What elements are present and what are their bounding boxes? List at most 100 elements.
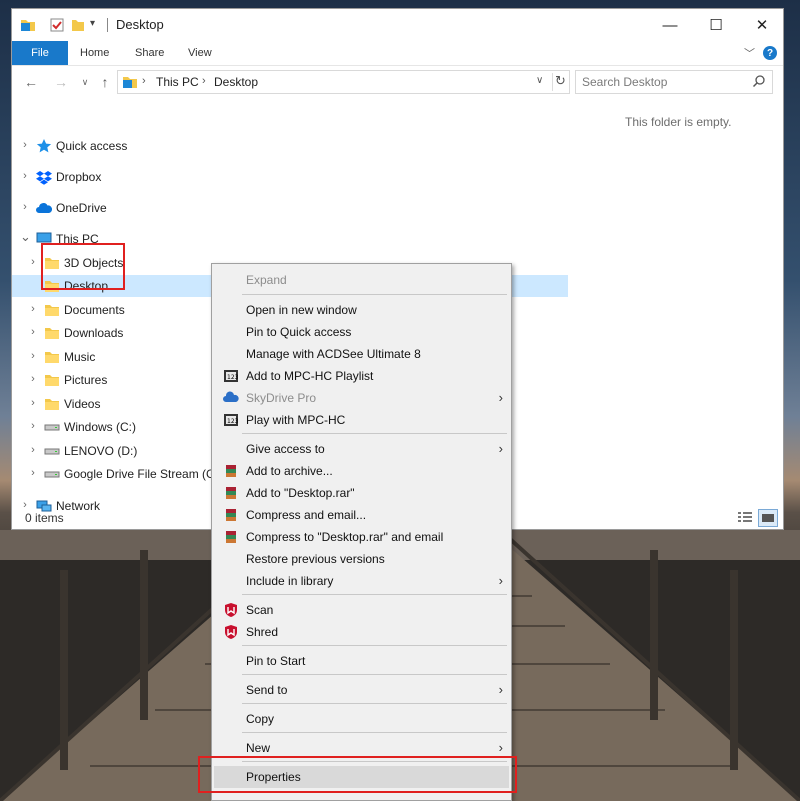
winrar-icon (223, 529, 239, 545)
menu-item-pin-quick-access[interactable]: Pin to Quick access (214, 321, 509, 343)
nav-item-quick-access[interactable]: › Quick access (12, 135, 568, 157)
content-pane[interactable]: This folder is empty. (568, 97, 784, 507)
submenu-arrow-icon: › (498, 441, 503, 456)
expand-chevron-icon[interactable]: › (28, 303, 38, 315)
expand-chevron-icon[interactable]: › (28, 397, 38, 409)
up-arrow-icon[interactable]: ↑ (96, 74, 114, 90)
tab-home[interactable]: Home (70, 41, 119, 65)
tab-file[interactable]: File (12, 41, 68, 65)
skydrive-cloud-icon (223, 390, 239, 406)
maximize-button[interactable]: ☐ (693, 9, 739, 41)
menu-item-open-new-window[interactable]: Open in new window (214, 299, 509, 321)
recent-locations-icon[interactable]: ∨ (76, 77, 94, 88)
expand-chevron-icon[interactable]: ⌄ (20, 229, 31, 245)
folder-icon (44, 349, 60, 365)
folder-icon (44, 325, 60, 341)
details-view-icon[interactable] (736, 509, 756, 527)
search-input[interactable] (576, 71, 746, 93)
address-dropdown-icon[interactable]: ∨ (536, 75, 543, 86)
tab-share[interactable]: Share (125, 41, 174, 65)
menu-item-include-library[interactable]: Include in library › (214, 570, 509, 592)
mpc-hc-icon: 123 (223, 412, 239, 428)
forward-arrow-icon[interactable]: → (52, 74, 70, 90)
computer-icon (36, 231, 52, 247)
menu-item-give-access[interactable]: Give access to › (214, 438, 509, 460)
menu-item-expand[interactable]: Expand (214, 269, 509, 291)
tab-view[interactable]: View (178, 41, 222, 65)
nav-item-onedrive[interactable]: › OneDrive (12, 197, 568, 219)
menu-item-pin-start[interactable]: Pin to Start (214, 650, 509, 672)
dropbox-icon (36, 169, 52, 185)
menu-separator (242, 645, 507, 646)
menu-item-new[interactable]: New › (214, 737, 509, 759)
menu-item-copy[interactable]: Copy (214, 708, 509, 730)
expand-ribbon-icon[interactable]: ﹀ (744, 45, 755, 61)
help-icon[interactable]: ? (763, 46, 777, 60)
expand-chevron-icon[interactable]: › (28, 326, 38, 338)
menu-item-restore-versions[interactable]: Restore previous versions (214, 548, 509, 570)
address-divider (552, 73, 553, 91)
nav-item-label: Google Drive File Stream (G:) (64, 467, 223, 481)
menu-separator (242, 433, 507, 434)
svg-text:123: 123 (227, 418, 239, 425)
expand-chevron-icon[interactable]: › (20, 139, 30, 151)
expand-chevron-icon[interactable]: › (28, 467, 38, 479)
expand-chevron-icon[interactable]: › (28, 420, 38, 432)
folder-icon (44, 372, 60, 388)
menu-item-scan[interactable]: Scan (214, 599, 509, 621)
nav-item-label: LENOVO (D:) (64, 444, 138, 458)
nav-item-this-pc[interactable]: ⌄ This PC (12, 228, 568, 250)
breadcrumb-chevron-icon[interactable]: › (202, 75, 206, 87)
menu-item-compress-email[interactable]: Compress and email... (214, 504, 509, 526)
menu-item-properties[interactable]: Properties (214, 766, 509, 788)
expand-chevron-icon[interactable]: › (20, 170, 30, 182)
nav-item-label: Documents (64, 303, 125, 317)
submenu-arrow-icon: › (498, 682, 503, 697)
menu-separator (242, 732, 507, 733)
menu-item-add-mpc-playlist[interactable]: 123 Add to MPC-HC Playlist (214, 365, 509, 387)
nav-item-label: Windows (C:) (64, 420, 137, 434)
submenu-arrow-icon: › (498, 573, 503, 588)
expand-chevron-icon[interactable]: › (28, 373, 38, 385)
menu-separator (242, 594, 507, 595)
expand-chevron-icon[interactable]: › (28, 350, 38, 362)
breadcrumb-desktop[interactable]: Desktop (214, 75, 258, 89)
star-icon (36, 138, 52, 154)
customize-qat-icon[interactable]: ▾ (90, 18, 95, 34)
back-arrow-icon[interactable]: ← (22, 74, 40, 90)
refresh-icon[interactable]: ↻ (555, 73, 566, 89)
menu-item-compress-rar-email[interactable]: Compress to "Desktop.rar" and email (214, 526, 509, 548)
large-icons-view-icon[interactable] (758, 509, 778, 527)
empty-folder-message: This folder is empty. (625, 115, 732, 129)
mcafee-shield-icon (223, 624, 239, 640)
menu-item-play-mpc[interactable]: 123 Play with MPC-HC (214, 409, 509, 431)
minimize-button[interactable]: — (647, 9, 693, 41)
folder-icon (44, 396, 60, 412)
menu-item-send-to[interactable]: Send to › (214, 679, 509, 701)
nav-item-label: Quick access (56, 139, 128, 153)
menu-item-add-desktop-rar[interactable]: Add to "Desktop.rar" (214, 482, 509, 504)
winrar-icon (223, 485, 239, 501)
menu-item-shred[interactable]: Shred (214, 621, 509, 643)
nav-item-label: Desktop (64, 279, 109, 293)
expand-chevron-icon[interactable]: › (28, 444, 38, 456)
mpc-hc-icon: 123 (223, 368, 239, 384)
search-icon[interactable] (752, 74, 766, 91)
menu-item-manage-acdsee[interactable]: Manage with ACDSee Ultimate 8 (214, 343, 509, 365)
properties-quick-icon[interactable] (49, 17, 65, 33)
menu-item-skydrive-pro[interactable]: SkyDrive Pro › (214, 387, 509, 409)
breadcrumb-this-pc[interactable]: This PC (156, 75, 199, 89)
close-button[interactable]: ✕ (739, 9, 785, 41)
expand-chevron-icon[interactable]: › (28, 256, 38, 268)
address-bar[interactable]: › This PC › Desktop ∨ ↻ (117, 70, 570, 94)
folder-icon (44, 255, 60, 271)
context-menu: Expand Open in new window Pin to Quick a… (211, 263, 512, 801)
nav-item-dropbox[interactable]: › Dropbox (12, 166, 568, 188)
breadcrumb-chevron-icon[interactable]: › (142, 75, 146, 87)
new-folder-quick-icon[interactable] (70, 17, 86, 33)
menu-item-add-archive[interactable]: Add to archive... (214, 460, 509, 482)
menu-separator (242, 674, 507, 675)
expand-chevron-icon[interactable]: › (20, 201, 30, 213)
search-box[interactable] (575, 70, 773, 94)
address-row: ← → ∨ ↑ › This PC › Desktop ∨ ↻ (12, 65, 783, 97)
